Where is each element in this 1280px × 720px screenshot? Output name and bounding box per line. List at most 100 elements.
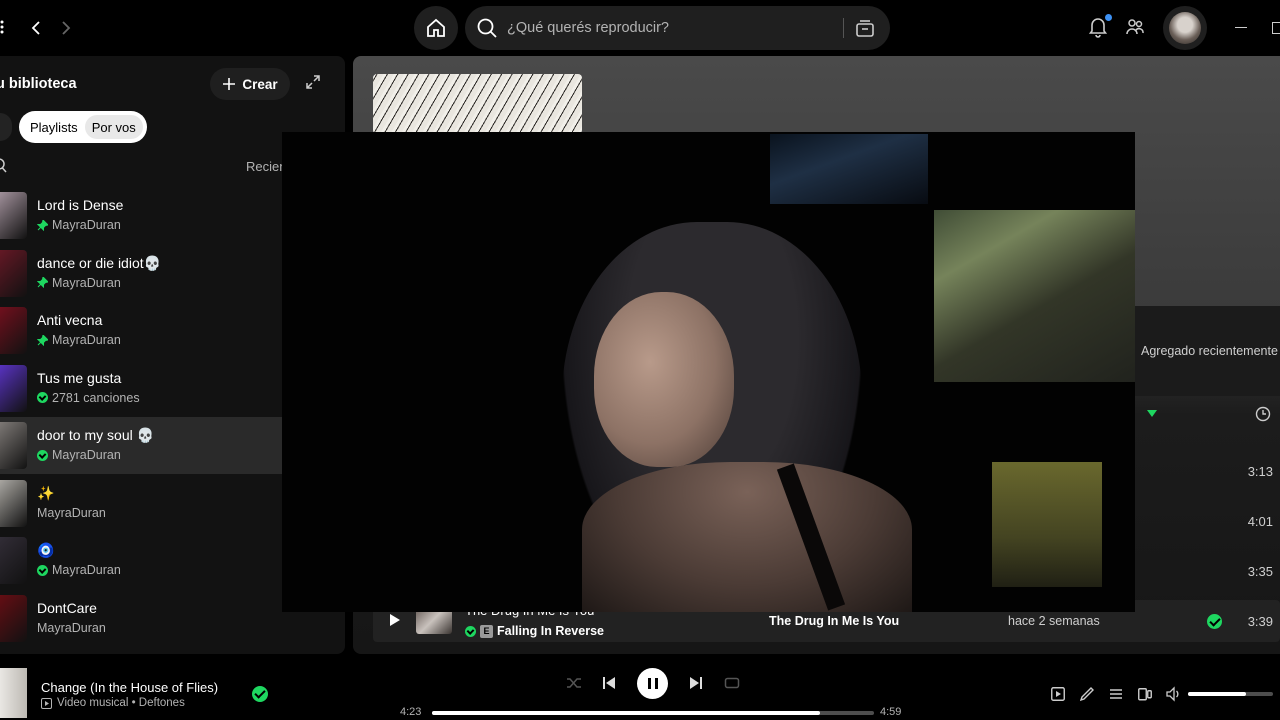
now-playing-artist[interactable]: Video musical • Deftones	[57, 697, 185, 709]
lyrics-icon[interactable]	[1080, 686, 1094, 702]
playlist-name: Tus me gusta	[37, 369, 122, 386]
friends-icon[interactable]	[1125, 17, 1145, 37]
playlist-name: DontCare	[37, 599, 97, 616]
repeat-icon	[724, 677, 740, 689]
connect-device-icon[interactable]	[1138, 686, 1152, 702]
playlist-owner: 2781 canciones	[52, 390, 140, 405]
playlist-subtitle: 2781 canciones	[37, 391, 140, 405]
browse-icon[interactable]	[853, 16, 877, 40]
play-icon[interactable]	[390, 614, 400, 626]
playlist-owner: MayraDuran	[37, 505, 106, 520]
next-button[interactable]	[688, 675, 704, 691]
pause-icon	[647, 678, 651, 689]
playlist-owner: MayraDuran	[52, 448, 121, 462]
menu-dots-icon[interactable]	[0, 20, 6, 34]
volume-icon[interactable]	[1166, 686, 1182, 702]
shuffle-icon	[567, 678, 581, 688]
playlist-owner: MayraDuran	[52, 218, 121, 232]
notification-dot	[1105, 14, 1112, 21]
shuffle-button[interactable]	[566, 675, 582, 691]
saved-check-icon[interactable]	[252, 686, 268, 702]
pin-icon	[37, 219, 48, 231]
column-added[interactable]: Agregado recientemente	[1141, 344, 1278, 358]
repeat-button[interactable]	[724, 675, 740, 691]
playlist-name: 🧿	[37, 542, 55, 558]
now-playing-title[interactable]: Change (In the House of Flies)	[41, 680, 218, 695]
saved-check-icon[interactable]	[1207, 614, 1222, 629]
forward-button[interactable]	[50, 12, 82, 44]
track-added: hace 2 semanas	[1008, 614, 1100, 628]
filter-chips: Playlists Por vos	[19, 111, 147, 143]
player-bar: Change (In the House of Flies) Video mus…	[0, 654, 1280, 720]
pause-button[interactable]	[637, 668, 668, 699]
track-meta: E Falling In Reverse	[465, 624, 604, 638]
top-bar	[0, 0, 1280, 56]
wall-poster	[934, 210, 1135, 382]
playlist-subtitle: MayraDuran	[37, 506, 106, 520]
search-bar[interactable]	[465, 6, 890, 50]
now-playing-view-icon[interactable]	[1051, 686, 1065, 702]
previous-button[interactable]	[601, 675, 617, 691]
pin-icon	[37, 334, 48, 346]
playlist-name: door to my soul 💀	[37, 427, 155, 443]
progress-bar[interactable]	[432, 711, 874, 715]
playlist-cover	[0, 307, 27, 354]
next-icon	[690, 677, 702, 689]
create-button[interactable]: Crear	[210, 68, 290, 100]
track-duration: 3:39	[1247, 614, 1273, 629]
playlist-owner: MayraDuran	[52, 333, 121, 347]
sort-label[interactable]: Recien	[246, 159, 286, 174]
webcam-overlay	[282, 132, 1135, 612]
clear-filter-button[interactable]	[0, 113, 12, 141]
volume-fill	[1188, 692, 1246, 696]
expand-icon[interactable]	[305, 74, 321, 90]
downloaded-icon	[37, 449, 48, 461]
wall-poster	[770, 134, 928, 204]
chip-playlists[interactable]: Playlists	[23, 115, 85, 139]
downloaded-icon	[465, 625, 476, 637]
playlist-name: Lord is Dense	[37, 197, 124, 213]
back-icon	[31, 21, 40, 35]
playlist-owner: MayraDuran	[52, 275, 121, 290]
playlist-cover-art	[373, 74, 582, 134]
track-album[interactable]: The Drug In Me Is You	[769, 614, 899, 628]
playlist-subtitle: MayraDuran	[37, 276, 121, 290]
search-input[interactable]	[507, 6, 837, 50]
profile-button[interactable]	[1163, 6, 1207, 50]
streamer-body	[582, 462, 912, 612]
playlist-cover	[0, 249, 27, 297]
playlist-cover	[0, 364, 27, 412]
track-duration: 3:35	[1247, 564, 1273, 579]
wall-poster	[992, 462, 1102, 587]
plus-icon	[223, 78, 236, 90]
playlist-cover	[0, 594, 27, 642]
queue-icon[interactable]	[1109, 686, 1123, 702]
playlist-name: dance or die idiot💀	[37, 254, 162, 271]
search-divider	[843, 18, 844, 38]
sort-arrow-icon[interactable]	[1147, 410, 1157, 417]
explicit-badge: E	[480, 624, 493, 638]
minimize-icon[interactable]	[1235, 27, 1247, 28]
streamer-face	[594, 292, 734, 467]
create-label: Crear	[242, 76, 278, 92]
playlist-subtitle: MayraDuran	[37, 621, 106, 635]
volume-slider[interactable]	[1188, 692, 1273, 696]
home-button[interactable]	[414, 6, 458, 50]
chip-por-vos[interactable]: Por vos	[84, 115, 143, 139]
library-search-icon[interactable]	[0, 158, 8, 174]
maximize-icon[interactable]	[1272, 22, 1280, 34]
track-artist[interactable]: Falling In Reverse	[497, 624, 604, 638]
playlist-subtitle: MayraDuran	[37, 218, 121, 232]
back-button[interactable]	[20, 12, 52, 44]
search-icon	[477, 18, 497, 38]
avatar	[1169, 12, 1201, 44]
clock-icon	[1255, 406, 1271, 422]
playlist-subtitle: MayraDuran	[37, 333, 121, 347]
downloaded-icon	[37, 564, 48, 576]
previous-icon	[603, 677, 615, 689]
playlist-cover	[0, 537, 27, 584]
playlist-cover	[0, 422, 27, 469]
playlist-name: Anti vecna	[37, 312, 103, 328]
now-playing-cover[interactable]	[0, 668, 27, 718]
playlist-subtitle: MayraDuran	[37, 448, 121, 462]
